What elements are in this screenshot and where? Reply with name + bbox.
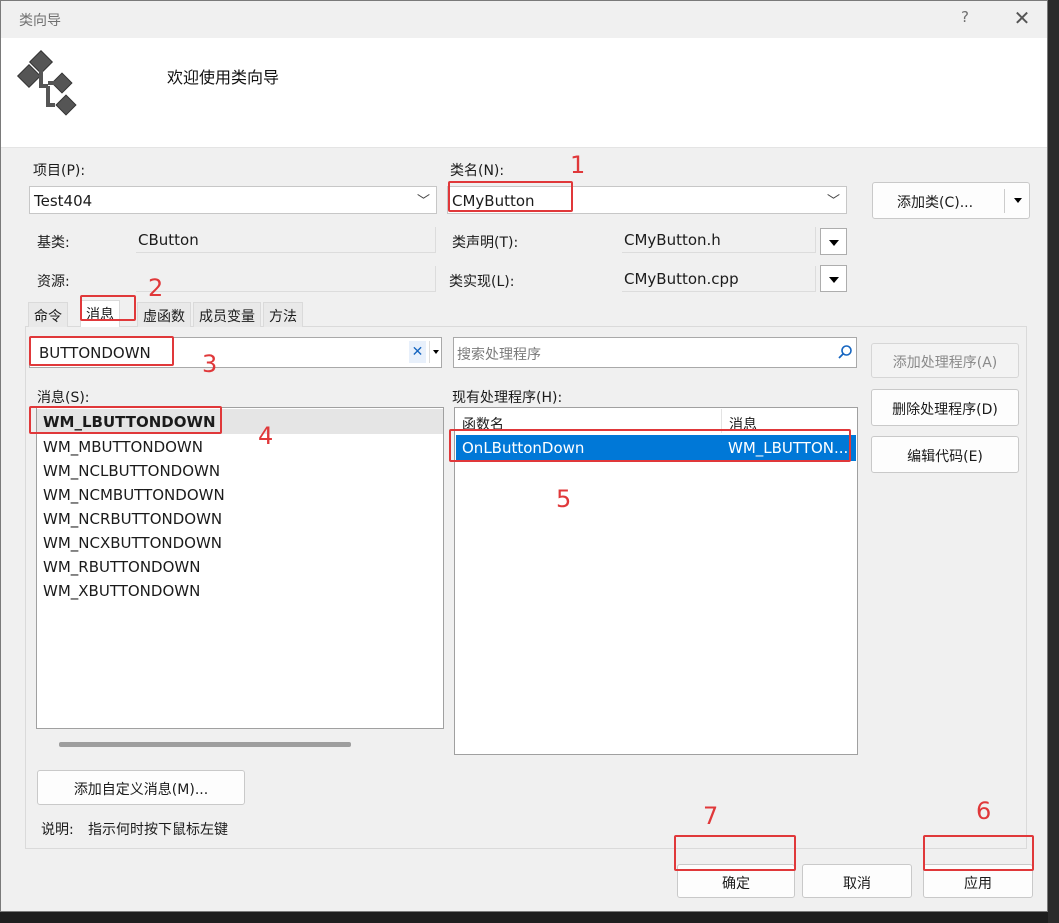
tab-commands[interactable]: 命令 [28, 302, 68, 327]
chevron-down-icon: ﹀ [826, 194, 840, 209]
add-handler-label: 添加处理程序(A) [892, 355, 998, 371]
project-value: Test404 [34, 192, 93, 210]
handler-search-input[interactable]: 搜索处理程序 [453, 337, 857, 368]
ok-label: 确定 [722, 876, 750, 892]
handlers-label: 现有处理程序(H): [452, 390, 563, 406]
base-class-label: 基类: [37, 235, 70, 251]
list-item[interactable]: WM_XBUTTONDOWN [43, 582, 200, 600]
base-class-value: CButton [138, 231, 199, 249]
class-impl-label: 类实现(L): [449, 274, 515, 290]
tab-methods[interactable]: 方法 [263, 302, 303, 327]
chevron-down-icon: ﹀ [416, 194, 430, 209]
caret-down-icon [829, 277, 839, 283]
horizontal-scrollbar[interactable] [59, 742, 351, 747]
list-item[interactable]: WM_NCMBUTTONDOWN [43, 486, 225, 504]
annotation-number-7: 7 [703, 802, 719, 830]
annotation-number-1: 1 [570, 151, 586, 179]
delete-handler-label: 删除处理程序(D) [892, 402, 998, 418]
tab-virtual-functions[interactable]: 虚函数 [137, 302, 191, 327]
welcome-banner: 欢迎使用类向导 [1, 38, 1047, 148]
resource-label: 资源: [37, 274, 70, 290]
list-item[interactable]: WM_NCXBUTTONDOWN [43, 534, 222, 552]
annotation-box-5 [449, 429, 851, 462]
list-item[interactable]: WM_NCRBUTTONDOWN [43, 510, 222, 528]
annotation-number-4: 4 [258, 422, 274, 450]
add-class-button[interactable]: 添加类(C)... [872, 182, 1030, 219]
tab-member-variables[interactable]: 成员变量 [193, 302, 261, 327]
apply-label: 应用 [964, 876, 992, 892]
class-hierarchy-icon [16, 49, 77, 116]
close-button[interactable]: ✕ [1009, 6, 1035, 32]
caret-down-icon[interactable] [1014, 198, 1022, 203]
list-item[interactable]: WM_RBUTTONDOWN [43, 558, 200, 576]
project-label: 项目(P): [33, 163, 86, 179]
base-class-field: CButton [136, 227, 436, 253]
help-button[interactable]: ? [953, 8, 977, 32]
background-ide-strip [1048, 0, 1059, 923]
cancel-button[interactable]: 取消 [802, 864, 912, 898]
edit-code-label: 编辑代码(E) [907, 449, 983, 465]
class-decl-label: 类声明(T): [452, 235, 519, 251]
clear-icon[interactable]: ✕ [409, 341, 426, 363]
split-divider [1004, 189, 1005, 213]
annotation-box-7 [674, 835, 796, 871]
title-bar: 类向导 ? ✕ [1, 1, 1047, 38]
annotation-box-2 [80, 295, 136, 321]
annotation-box-3 [29, 336, 174, 366]
description-label: 说明: [41, 822, 74, 838]
delete-handler-button[interactable]: 删除处理程序(D) [871, 389, 1019, 426]
edit-code-button[interactable]: 编辑代码(E) [871, 436, 1019, 473]
annotation-number-6: 6 [976, 797, 992, 825]
annotation-box-4 [29, 406, 222, 434]
caret-down-icon [829, 240, 839, 246]
messages-label: 消息(S): [37, 390, 90, 406]
add-custom-message-button[interactable]: 添加自定义消息(M)... [37, 770, 245, 805]
class-impl-value: CMyButton.cpp [624, 270, 739, 288]
add-handler-button[interactable]: 添加处理程序(A) [871, 343, 1019, 378]
class-decl-field: CMyButton.h [622, 227, 816, 253]
description-text: 指示何时按下鼠标左键 [88, 822, 228, 838]
list-item[interactable]: WM_NCLBUTTONDOWN [43, 462, 220, 480]
messages-listbox[interactable]: WM_LBUTTONDOWN WM_MBUTTONDOWN WM_NCLBUTT… [36, 407, 444, 747]
class-impl-dropdown-button[interactable] [820, 265, 847, 292]
window-title: 类向导 [19, 13, 61, 29]
class-decl-value: CMyButton.h [624, 231, 721, 249]
list-item[interactable]: WM_MBUTTONDOWN [43, 438, 203, 456]
caret-down-icon [433, 350, 439, 354]
class-decl-dropdown-button[interactable] [820, 228, 847, 255]
class-wizard-dialog: 类向导 ? ✕ 欢迎使用类向导 项目(P): Test404 ﹀ 类名(N): … [0, 0, 1048, 912]
cancel-label: 取消 [843, 876, 871, 892]
annotation-number-2: 2 [148, 274, 164, 302]
project-combo[interactable]: Test404 ﹀ [29, 186, 437, 214]
search-icon[interactable] [837, 344, 853, 360]
annotation-box-1 [448, 181, 573, 212]
filter-dropdown[interactable] [429, 341, 441, 363]
add-custom-message-label: 添加自定义消息(M)... [73, 782, 209, 798]
banner-title: 欢迎使用类向导 [167, 68, 280, 87]
annotation-number-5: 5 [556, 485, 572, 513]
annotation-box-6 [923, 835, 1034, 871]
annotation-number-3: 3 [202, 350, 218, 378]
add-class-label: 添加类(C)... [897, 195, 974, 211]
search-placeholder: 搜索处理程序 [457, 347, 541, 363]
resource-field [136, 266, 436, 292]
class-impl-field: CMyButton.cpp [622, 266, 816, 292]
classname-label: 类名(N): [450, 163, 505, 179]
